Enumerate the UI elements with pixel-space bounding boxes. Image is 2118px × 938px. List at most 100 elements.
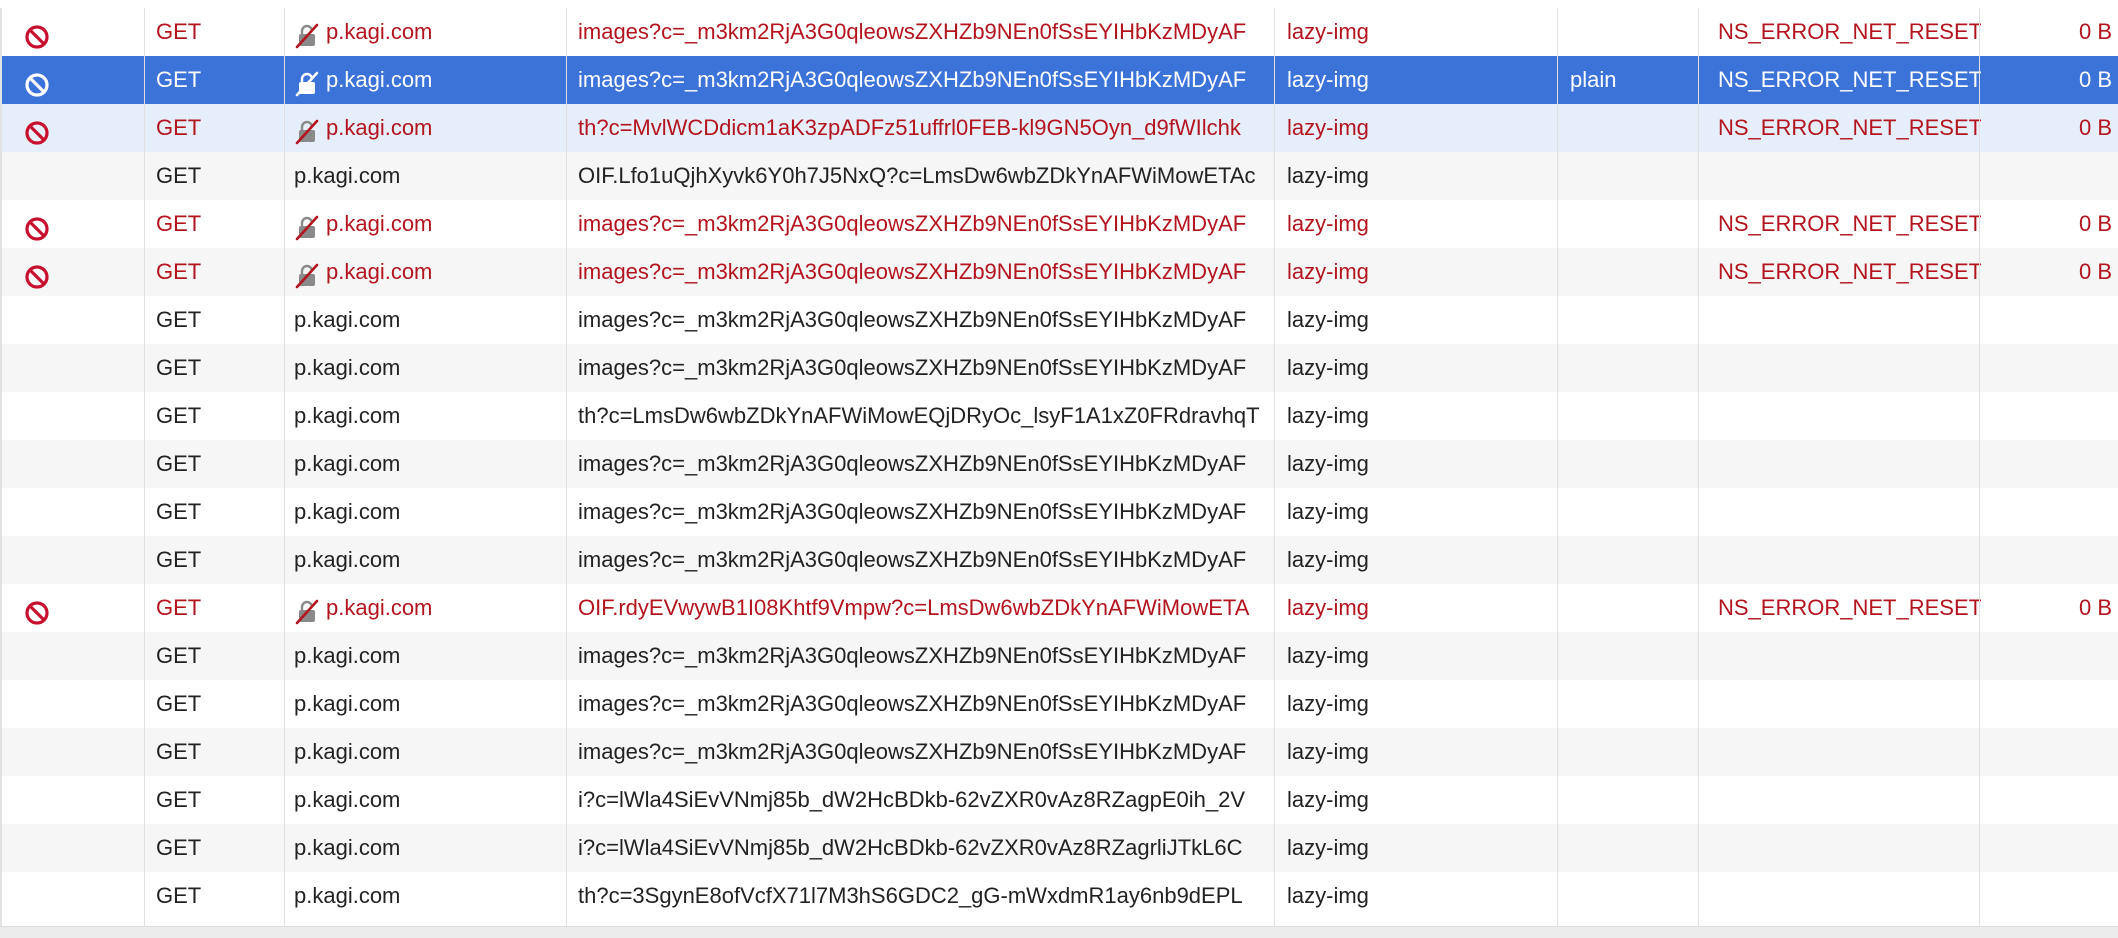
file-cell: th?c=3SgynE8ofVcfX71l7M3hS6GDC2_gG-mWxdm… (578, 883, 1243, 908)
block-icon (24, 595, 50, 625)
request-row[interactable]: GET p.kagi.com images?c=_m3km2RjA3G0qleows… (2, 8, 2118, 56)
request-row[interactable]: GET p.kagi.com i?c=lWla4SiEvVNmj85b_dW2HcB… (2, 776, 2118, 824)
status-cell (2, 344, 146, 392)
domain-cell: p.kagi.com (286, 104, 568, 152)
initiator-cell: lazy-img (1287, 451, 1369, 476)
type-cell (1559, 824, 1700, 872)
size-cell (1981, 632, 2118, 680)
type-cell (1559, 440, 1700, 488)
method-cell: GET (156, 67, 202, 92)
request-row[interactable]: GET p.kagi.com images?c=_m3km2RjA3G0qleows… (2, 536, 2118, 584)
transferred-cell (1700, 632, 1981, 680)
transferred-cell: NS_ERROR_NET_RESET (1718, 211, 1981, 236)
transferred-cell (1700, 728, 1981, 776)
initiator-cell: lazy-img (1287, 67, 1369, 92)
column-divider[interactable] (1979, 8, 1980, 926)
block-icon (24, 211, 50, 241)
status-cell (2, 296, 146, 344)
transferred-cell (1700, 440, 1981, 488)
transferred-cell (1700, 824, 1981, 872)
file-cell: images?c=_m3km2RjA3G0qleowsZXHZb9NEn0fSs… (578, 547, 1247, 572)
size-cell (1981, 344, 2118, 392)
column-divider[interactable] (1557, 8, 1558, 926)
column-divider[interactable] (284, 8, 285, 926)
insecure-connection-icon (294, 18, 320, 49)
transferred-cell (1700, 296, 1981, 344)
file-cell: images?c=_m3km2RjA3G0qleowsZXHZb9NEn0fSs… (578, 259, 1247, 284)
domain-text: p.kagi.com (294, 787, 401, 812)
type-cell (1559, 8, 1700, 56)
type-cell (1559, 584, 1700, 632)
status-cell (2, 584, 146, 632)
domain-text: p.kagi.com (294, 403, 401, 428)
transferred-cell (1700, 536, 1981, 584)
column-divider[interactable] (1698, 8, 1699, 926)
request-row[interactable]: GET p.kagi.com images?c=_m3km2RjA3G0qleows… (2, 248, 2118, 296)
column-divider[interactable] (1274, 8, 1275, 926)
transferred-cell: NS_ERROR_NET_RESET (1718, 595, 1981, 620)
initiator-cell: lazy-img (1287, 883, 1369, 908)
file-cell: images?c=_m3km2RjA3G0qleowsZXHZb9NEn0fSs… (578, 451, 1247, 476)
domain-text: p.kagi.com (326, 211, 433, 236)
request-row[interactable]: GET p.kagi.com OIF.Lfo1uQjhXyvk6Y0h7J5NxQ?… (2, 152, 2118, 200)
request-row[interactable]: GET p.kagi.com images?c=_m3km2RjA3G0qleows… (2, 296, 2118, 344)
transferred-cell: NS_ERROR_NET_RESET (1718, 115, 1981, 140)
request-row[interactable]: GET p.kagi.com images?c=_m3km2RjA3G0qleows… (2, 56, 2118, 104)
request-row[interactable]: GET p.kagi.com i?c=lWla4SiEvVNmj85b_dW2HcB… (2, 824, 2118, 872)
domain-cell: p.kagi.com (286, 344, 568, 392)
request-row[interactable]: GET p.kagi.com OIF.rdyEVwywB1I08Khtf9Vmpw?… (2, 584, 2118, 632)
size-cell: 0 B (2078, 595, 2112, 620)
transferred-cell (1700, 152, 1981, 200)
status-cell (2, 248, 146, 296)
file-cell: images?c=_m3km2RjA3G0qleowsZXHZb9NEn0fSs… (578, 307, 1247, 332)
initiator-cell: lazy-img (1287, 163, 1369, 188)
domain-cell: p.kagi.com (286, 200, 568, 248)
initiator-cell: lazy-img (1287, 739, 1369, 764)
block-icon (24, 67, 50, 97)
request-row[interactable]: GET p.kagi.com th?c=LmsDw6wbZDkYnAFWiMowEQ… (2, 392, 2118, 440)
request-row[interactable]: GET p.kagi.com th?c=3SgynE8ofVcfX71l7M3hS6… (2, 872, 2118, 920)
method-cell: GET (156, 643, 202, 668)
request-row[interactable]: GET p.kagi.com images?c=_m3km2RjA3G0qleows… (2, 632, 2118, 680)
request-row[interactable]: GET p.kagi.com images?c=_m3km2RjA3G0qleows… (2, 200, 2118, 248)
domain-cell: p.kagi.com (286, 248, 568, 296)
domain-text: p.kagi.com (294, 547, 401, 572)
domain-cell: p.kagi.com (286, 440, 568, 488)
file-cell: images?c=_m3km2RjA3G0qleowsZXHZb9NEn0fSs… (578, 739, 1247, 764)
request-row[interactable]: GET p.kagi.com th?c=MvlWCDdicm1aK3zpADFz51… (2, 104, 2118, 152)
initiator-cell: lazy-img (1287, 835, 1369, 860)
status-cell (2, 440, 146, 488)
type-cell (1559, 632, 1700, 680)
size-cell (1981, 776, 2118, 824)
domain-text: p.kagi.com (326, 259, 433, 284)
transferred-cell (1700, 344, 1981, 392)
status-cell (2, 392, 146, 440)
domain-cell: p.kagi.com (286, 392, 568, 440)
domain-cell: p.kagi.com (286, 680, 568, 728)
size-cell (1981, 536, 2118, 584)
size-cell: 0 B (2078, 211, 2112, 236)
request-row[interactable]: GET p.kagi.com images?c=_m3km2RjA3G0qleows… (2, 344, 2118, 392)
request-row[interactable]: GET p.kagi.com images?c=_m3km2RjA3G0qleows… (2, 488, 2118, 536)
initiator-cell: lazy-img (1287, 595, 1369, 620)
file-cell: images?c=_m3km2RjA3G0qleowsZXHZb9NEn0fSs… (578, 355, 1247, 380)
request-row[interactable]: GET p.kagi.com images?c=_m3km2RjA3G0qleows… (2, 728, 2118, 776)
method-cell: GET (156, 595, 202, 620)
column-divider[interactable] (144, 8, 145, 926)
status-cell (2, 776, 146, 824)
method-cell: GET (156, 835, 202, 860)
size-cell (1981, 824, 2118, 872)
request-row[interactable]: GET p.kagi.com images?c=_m3km2RjA3G0qleows… (2, 680, 2118, 728)
size-cell: 0 B (2078, 259, 2112, 284)
column-divider[interactable] (566, 8, 567, 926)
method-cell: GET (156, 259, 202, 284)
request-row[interactable]: GET p.kagi.com images?c=_m3km2RjA3G0qleows… (2, 440, 2118, 488)
status-cell (2, 872, 146, 920)
type-cell (1559, 296, 1700, 344)
type-cell (1559, 152, 1700, 200)
domain-cell: p.kagi.com (286, 488, 568, 536)
method-cell: GET (156, 403, 202, 428)
initiator-cell: lazy-img (1287, 355, 1369, 380)
size-cell (1981, 440, 2118, 488)
transferred-cell (1700, 680, 1981, 728)
